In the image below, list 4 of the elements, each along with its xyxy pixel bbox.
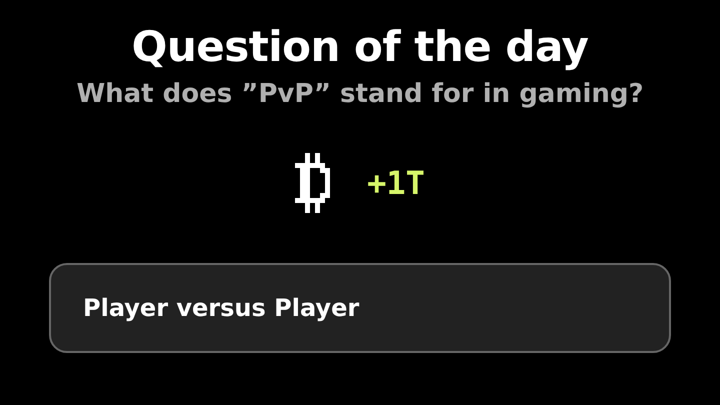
reward-amount: +1T [367, 164, 425, 202]
title: Question of the day [132, 22, 588, 71]
question: What does ”PvP” stand for in gaming? [76, 79, 644, 109]
answer-option[interactable]: Player versus Player [49, 263, 671, 353]
